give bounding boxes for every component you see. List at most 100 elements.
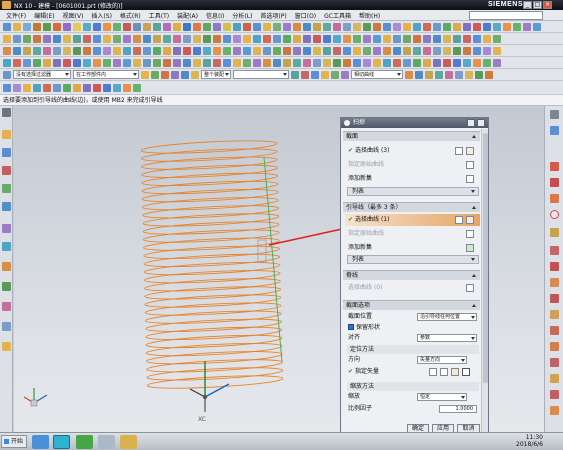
offset-curve-tool-icon[interactable] — [550, 310, 559, 319]
process-studio-icon[interactable] — [2, 262, 11, 271]
left-view-icon[interactable] — [133, 34, 141, 43]
manufacturing-wizard-icon[interactable] — [2, 282, 11, 291]
project-curve-icon[interactable] — [493, 22, 501, 31]
roles-icon[interactable] — [2, 302, 11, 311]
orientation-select[interactable]: 矢量方向 — [417, 356, 467, 364]
guide-line[interactable] — [263, 156, 283, 363]
palettes-icon[interactable] — [2, 342, 11, 351]
analysis-icon[interactable] — [373, 22, 381, 31]
angular-dimension-icon[interactable] — [163, 46, 171, 55]
vector-constructor-icon[interactable] — [451, 368, 459, 376]
wcs-csys-icon[interactable] — [133, 83, 141, 92]
profile-curve-icon[interactable] — [550, 162, 559, 171]
draft-icon[interactable] — [193, 22, 201, 31]
wcs-save-icon[interactable] — [53, 83, 61, 92]
quick-extend-icon[interactable] — [93, 46, 101, 55]
helix-coil[interactable] — [143, 268, 281, 285]
helix-coil[interactable] — [141, 187, 279, 204]
resize-blend-icon[interactable] — [203, 58, 211, 67]
arc-tool-icon[interactable] — [550, 194, 559, 203]
add-new-set-row-1[interactable]: 添加新集 — [345, 173, 480, 185]
reorder-icon[interactable] — [113, 58, 121, 67]
shell-icon[interactable] — [183, 22, 191, 31]
sheet-metal-icon[interactable] — [493, 46, 501, 55]
edge-blend-icon[interactable] — [163, 22, 171, 31]
orientation-subheader[interactable]: 定位方法 — [347, 345, 479, 354]
selection-filter-combo[interactable]: 没有选择过滤器 — [13, 70, 71, 79]
bounded-grid-icon[interactable] — [331, 70, 339, 79]
optimize-face-icon[interactable] — [453, 58, 461, 67]
constraint-tool-icon[interactable] — [550, 406, 559, 415]
label-blend-icon[interactable] — [383, 58, 391, 67]
sketch-task-icon[interactable] — [550, 126, 559, 135]
motion-icon[interactable] — [473, 46, 481, 55]
part-nav-icon[interactable] — [383, 46, 391, 55]
helix-coil[interactable] — [141, 171, 279, 188]
media-task-icon[interactable] — [98, 435, 115, 449]
text-icon[interactable] — [483, 22, 491, 31]
measure-icon[interactable] — [363, 22, 371, 31]
reset-icon[interactable] — [467, 119, 475, 127]
transform-icon[interactable] — [83, 58, 91, 67]
symmetric-icon[interactable] — [253, 58, 261, 67]
delete-face-icon[interactable] — [193, 58, 201, 67]
web-icon[interactable] — [433, 46, 441, 55]
system-materials-icon[interactable] — [2, 242, 11, 251]
history-icon[interactable] — [393, 46, 401, 55]
revolve-icon[interactable] — [53, 22, 61, 31]
sketch-icon[interactable] — [33, 22, 41, 31]
trimetric-view-icon[interactable] — [163, 34, 171, 43]
helix-coil[interactable] — [142, 228, 280, 245]
dialog-title-bar[interactable]: 扫掠 — [341, 118, 488, 128]
offset-edge-icon[interactable] — [443, 58, 451, 67]
reverse-icon[interactable] — [429, 368, 437, 376]
helix-coil[interactable] — [142, 219, 280, 236]
wcs-z-axis-icon[interactable] — [113, 83, 121, 92]
pattern-curve-tool-icon[interactable] — [550, 326, 559, 335]
minimize-button[interactable]: _ — [523, 1, 532, 9]
gc-weld-icon[interactable] — [453, 34, 461, 43]
intersect-icon[interactable] — [153, 22, 161, 31]
mid-point-icon[interactable] — [161, 70, 169, 79]
menu-assembly[interactable]: 装配(A) — [173, 11, 202, 20]
helix-coil[interactable] — [145, 325, 283, 342]
helix-coil[interactable] — [141, 163, 278, 180]
show-icon[interactable] — [403, 22, 411, 31]
rapid-dimension-icon[interactable] — [133, 46, 141, 55]
gc-dimension-icon[interactable] — [463, 34, 471, 43]
tangent-icon[interactable] — [243, 58, 251, 67]
draft-analysis-icon[interactable] — [383, 34, 391, 43]
blank-combo[interactable] — [233, 70, 289, 79]
texture-icon[interactable] — [283, 34, 291, 43]
wcs-display-icon[interactable] — [43, 83, 51, 92]
curve-selector-icon[interactable] — [466, 216, 474, 224]
specify-origin-row-2[interactable]: 指定原始曲线 — [345, 228, 480, 240]
wcs-x-axis-icon[interactable] — [93, 83, 101, 92]
rotate-icon[interactable] — [33, 34, 41, 43]
replace-blend-icon[interactable] — [463, 58, 471, 67]
copy-icon[interactable] — [43, 58, 51, 67]
zoom-icon[interactable] — [13, 34, 21, 43]
bounded-plane-icon[interactable] — [313, 22, 321, 31]
wcs-rotate-icon[interactable] — [23, 83, 31, 92]
local-scale-icon[interactable] — [423, 58, 431, 67]
blend-size-icon[interactable] — [473, 58, 481, 67]
unite-icon[interactable] — [133, 22, 141, 31]
boss-icon[interactable] — [73, 22, 81, 31]
tangent-selection-icon[interactable] — [445, 70, 453, 79]
selection-scope-combo[interactable]: 在工作部件内 — [73, 70, 139, 79]
right-view-icon[interactable] — [123, 34, 131, 43]
analysis-face-icon[interactable] — [303, 34, 311, 43]
helix-curve[interactable] — [140, 138, 284, 390]
parallel-icon[interactable] — [263, 58, 271, 67]
fit-icon[interactable] — [3, 34, 11, 43]
studio-surface-icon[interactable] — [323, 22, 331, 31]
render-icon[interactable] — [293, 34, 301, 43]
extend-tool-icon[interactable] — [550, 374, 559, 383]
helix-coil[interactable] — [143, 244, 281, 261]
fillet-tool-icon[interactable] — [550, 228, 559, 237]
table-icon[interactable] — [203, 46, 211, 55]
show-related-face-icon[interactable] — [403, 58, 411, 67]
routing-icon[interactable] — [483, 46, 491, 55]
pole-icon[interactable] — [341, 70, 349, 79]
